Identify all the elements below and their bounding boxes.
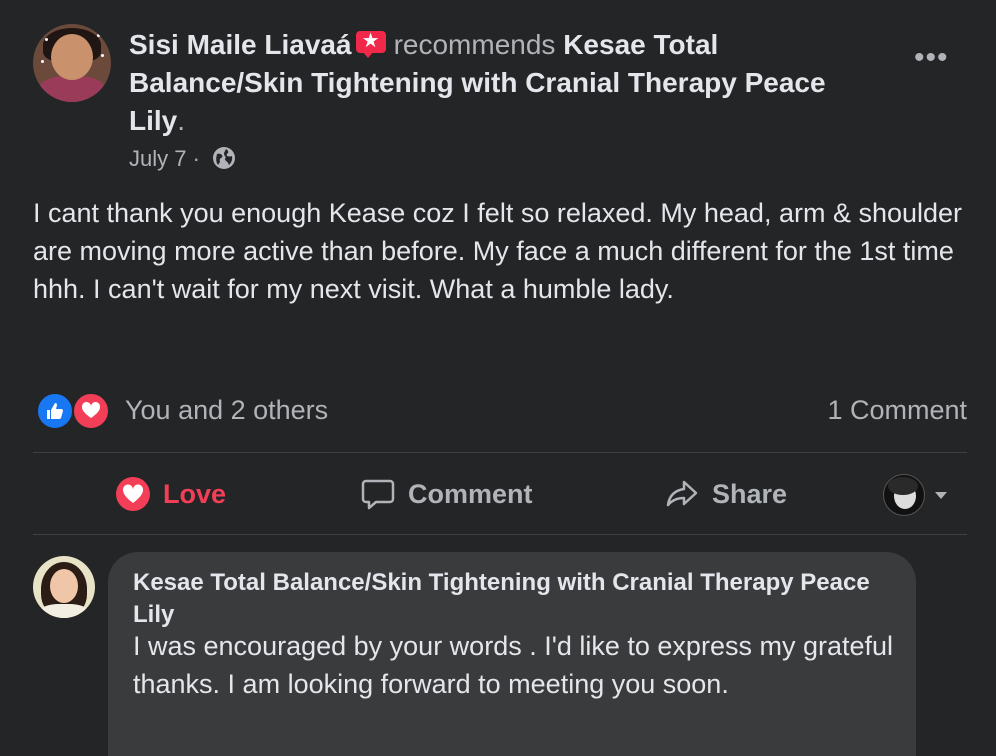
commenter-name[interactable]: Kesae Total Balance/Skin Tightening with… (133, 567, 893, 631)
comment-button[interactable]: Comment (360, 470, 533, 518)
divider (33, 534, 967, 535)
share-button[interactable]: Share (664, 470, 787, 518)
globe-icon (213, 147, 236, 169)
share-icon (666, 480, 698, 507)
love-icon (72, 392, 110, 430)
commenter-avatar[interactable] (33, 556, 95, 618)
divider (33, 452, 967, 453)
chevron-down-icon (935, 492, 947, 499)
comment-bubble: Kesae Total Balance/Skin Tightening with… (108, 552, 916, 756)
user-avatar (883, 474, 925, 516)
reaction-icons[interactable] (36, 392, 110, 430)
post-meta: July 7 · (129, 143, 236, 175)
page-name-suffix: . (177, 105, 186, 136)
love-icon (116, 477, 150, 511)
like-icon (36, 392, 74, 430)
post-date[interactable]: July 7 (129, 146, 186, 171)
recommends-label: recommends (393, 29, 556, 60)
comment-icon (361, 479, 395, 510)
love-label: Love (163, 478, 227, 509)
comment-label: Comment (408, 478, 533, 509)
more-options-button[interactable]: ••• (914, 43, 949, 73)
reactions-count[interactable]: You and 2 others (125, 392, 328, 428)
love-button[interactable]: Love (115, 470, 226, 518)
post-body: I cant thank you enough Kease coz I felt… (33, 198, 963, 304)
comment-text: I was encouraged by your words . I'd lik… (133, 631, 894, 699)
author-name[interactable]: Sisi Maile Liavaá (129, 29, 352, 60)
meta-separator: · (192, 146, 200, 171)
post-header: Sisi Maile Liavaá ★ recommends Kesae Total… (129, 26, 889, 140)
reaction-identity-selector[interactable] (883, 474, 951, 516)
recommend-badge-icon: ★ (355, 30, 388, 58)
comment-count[interactable]: 1 Comment (827, 392, 967, 428)
share-label: Share (712, 478, 788, 509)
author-avatar[interactable] (33, 24, 111, 102)
